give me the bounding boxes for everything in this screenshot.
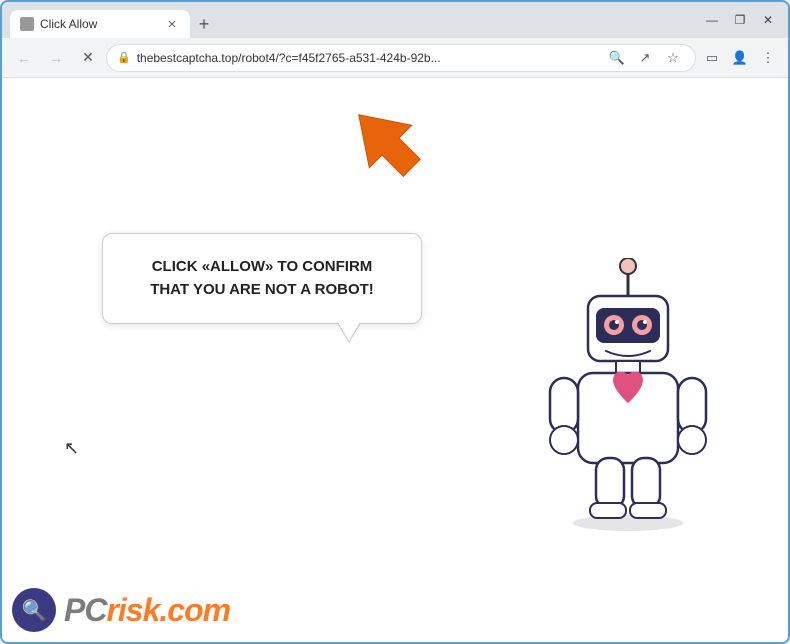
- profile-icon[interactable]: 👤: [728, 46, 752, 70]
- speech-bubble-text: CLICK «ALLOW» TO CONFIRM THAT YOU ARE NO…: [131, 256, 393, 301]
- maximize-button[interactable]: ❐: [728, 8, 752, 32]
- address-bar-row: ← → ✕ 🔒 thebestcaptcha.top/robot4/?c=f45…: [2, 38, 788, 78]
- arrow-indicator: [342, 98, 422, 178]
- window-controls: — ❐ ✕: [700, 8, 780, 32]
- tab-favicon: [20, 17, 34, 31]
- share-icon[interactable]: ↗: [633, 46, 657, 70]
- forward-button[interactable]: →: [42, 44, 70, 72]
- pcrisk-brand: PC: [64, 592, 106, 628]
- address-bar-icons: 🔍 ↗ ☆: [605, 46, 685, 70]
- minimize-button[interactable]: —: [700, 8, 724, 32]
- watermark: PCrisk.com: [12, 588, 230, 632]
- title-bar: Click Allow ✕ + — ❐ ✕: [2, 2, 788, 38]
- tab-label: Click Allow: [40, 17, 158, 31]
- pcrisk-text: PCrisk.com: [64, 592, 230, 629]
- back-button[interactable]: ←: [10, 44, 38, 72]
- speech-bubble: CLICK «ALLOW» TO CONFIRM THAT YOU ARE NO…: [102, 233, 422, 324]
- mouse-cursor: ↖: [64, 438, 79, 459]
- close-button[interactable]: ✕: [756, 8, 780, 32]
- active-tab[interactable]: Click Allow ✕: [10, 10, 190, 38]
- browser-window: Click Allow ✕ + — ❐ ✕ ← → ✕ 🔒 thebestcap…: [0, 0, 790, 644]
- pcrisk-suffix: risk.com: [106, 592, 230, 628]
- lock-icon: 🔒: [117, 51, 131, 64]
- bookmark-icon[interactable]: ☆: [661, 46, 685, 70]
- url-text: thebestcaptcha.top/robot4/?c=f45f2765-a5…: [137, 51, 599, 65]
- menu-icon[interactable]: ⋮: [756, 46, 780, 70]
- tab-area: Click Allow ✕ +: [10, 2, 700, 38]
- robot-illustration: [528, 258, 728, 538]
- tab-close-button[interactable]: ✕: [164, 16, 180, 32]
- address-bar[interactable]: 🔒 thebestcaptcha.top/robot4/?c=f45f2765-…: [106, 44, 696, 72]
- pcrisk-logo: [12, 588, 56, 632]
- page-content: CLICK «ALLOW» TO CONFIRM THAT YOU ARE NO…: [2, 78, 788, 642]
- reload-button[interactable]: ✕: [74, 44, 102, 72]
- new-tab-button[interactable]: +: [190, 10, 218, 38]
- extensions-icon[interactable]: ▭: [700, 46, 724, 70]
- search-icon[interactable]: 🔍: [605, 46, 629, 70]
